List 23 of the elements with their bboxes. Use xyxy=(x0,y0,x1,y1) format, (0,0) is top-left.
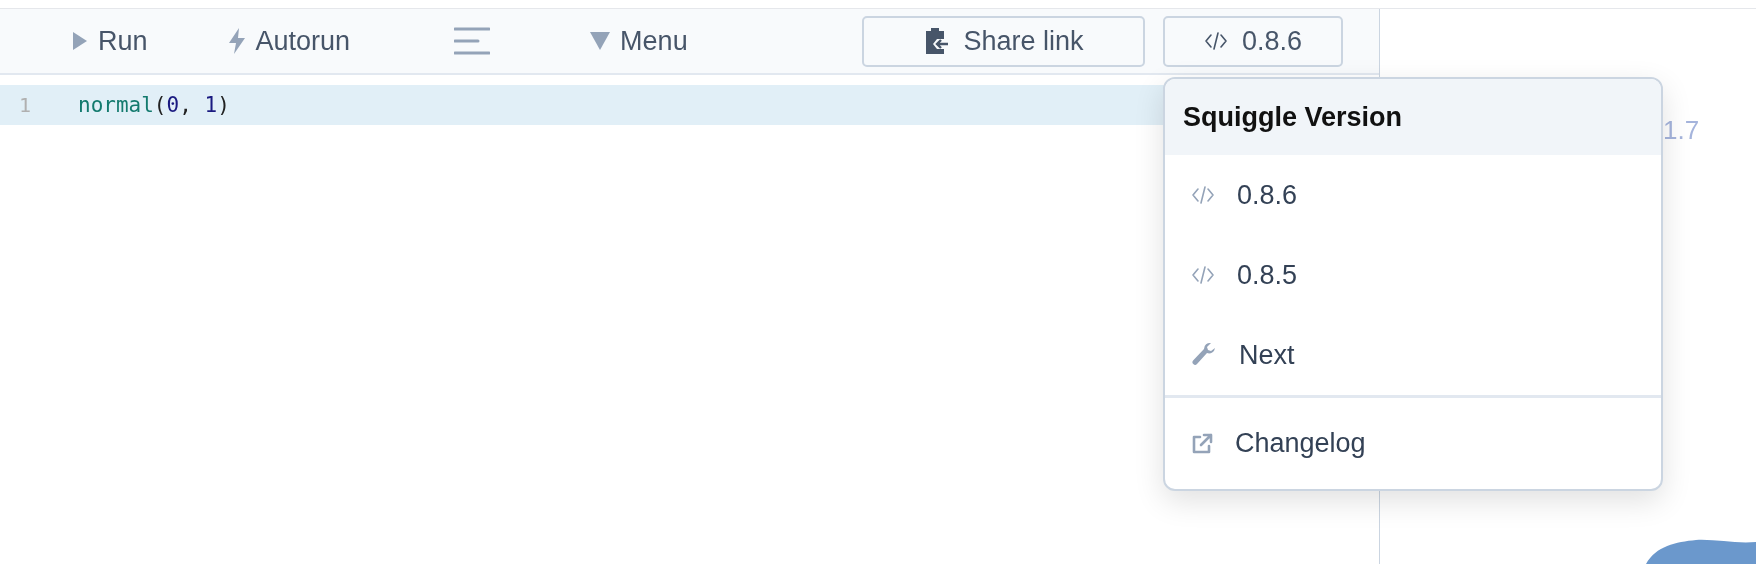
share-link-button[interactable]: Share link xyxy=(862,15,1145,67)
run-button[interactable]: Run xyxy=(72,19,148,63)
code-icon xyxy=(1191,185,1215,205)
version-button[interactable]: 0.8.6 xyxy=(1163,15,1343,67)
menu-button[interactable]: Menu xyxy=(590,19,688,63)
autorun-button[interactable]: Autorun xyxy=(227,19,351,63)
version-option[interactable]: Next xyxy=(1165,315,1661,395)
align-left-icon xyxy=(454,27,491,55)
caret-icon xyxy=(590,32,611,50)
play-icon xyxy=(72,31,88,51)
external-link-icon xyxy=(1191,432,1213,455)
line-number: 1 xyxy=(17,93,32,117)
version-option[interactable]: 0.8.5 xyxy=(1165,235,1661,315)
lightning-icon xyxy=(227,28,246,54)
changelog-link[interactable]: Changelog xyxy=(1165,395,1661,489)
summary-text: 1.7 xyxy=(1663,115,1700,146)
version-option[interactable]: 0.8.6 xyxy=(1165,155,1661,235)
code-line: normal(0, 1) xyxy=(78,93,230,117)
dropdown-title: Squiggle Version xyxy=(1165,79,1661,155)
wrench-icon xyxy=(1191,342,1217,368)
code-icon xyxy=(1191,265,1215,285)
code-icon xyxy=(1203,31,1228,51)
clipboard-icon xyxy=(923,26,950,56)
